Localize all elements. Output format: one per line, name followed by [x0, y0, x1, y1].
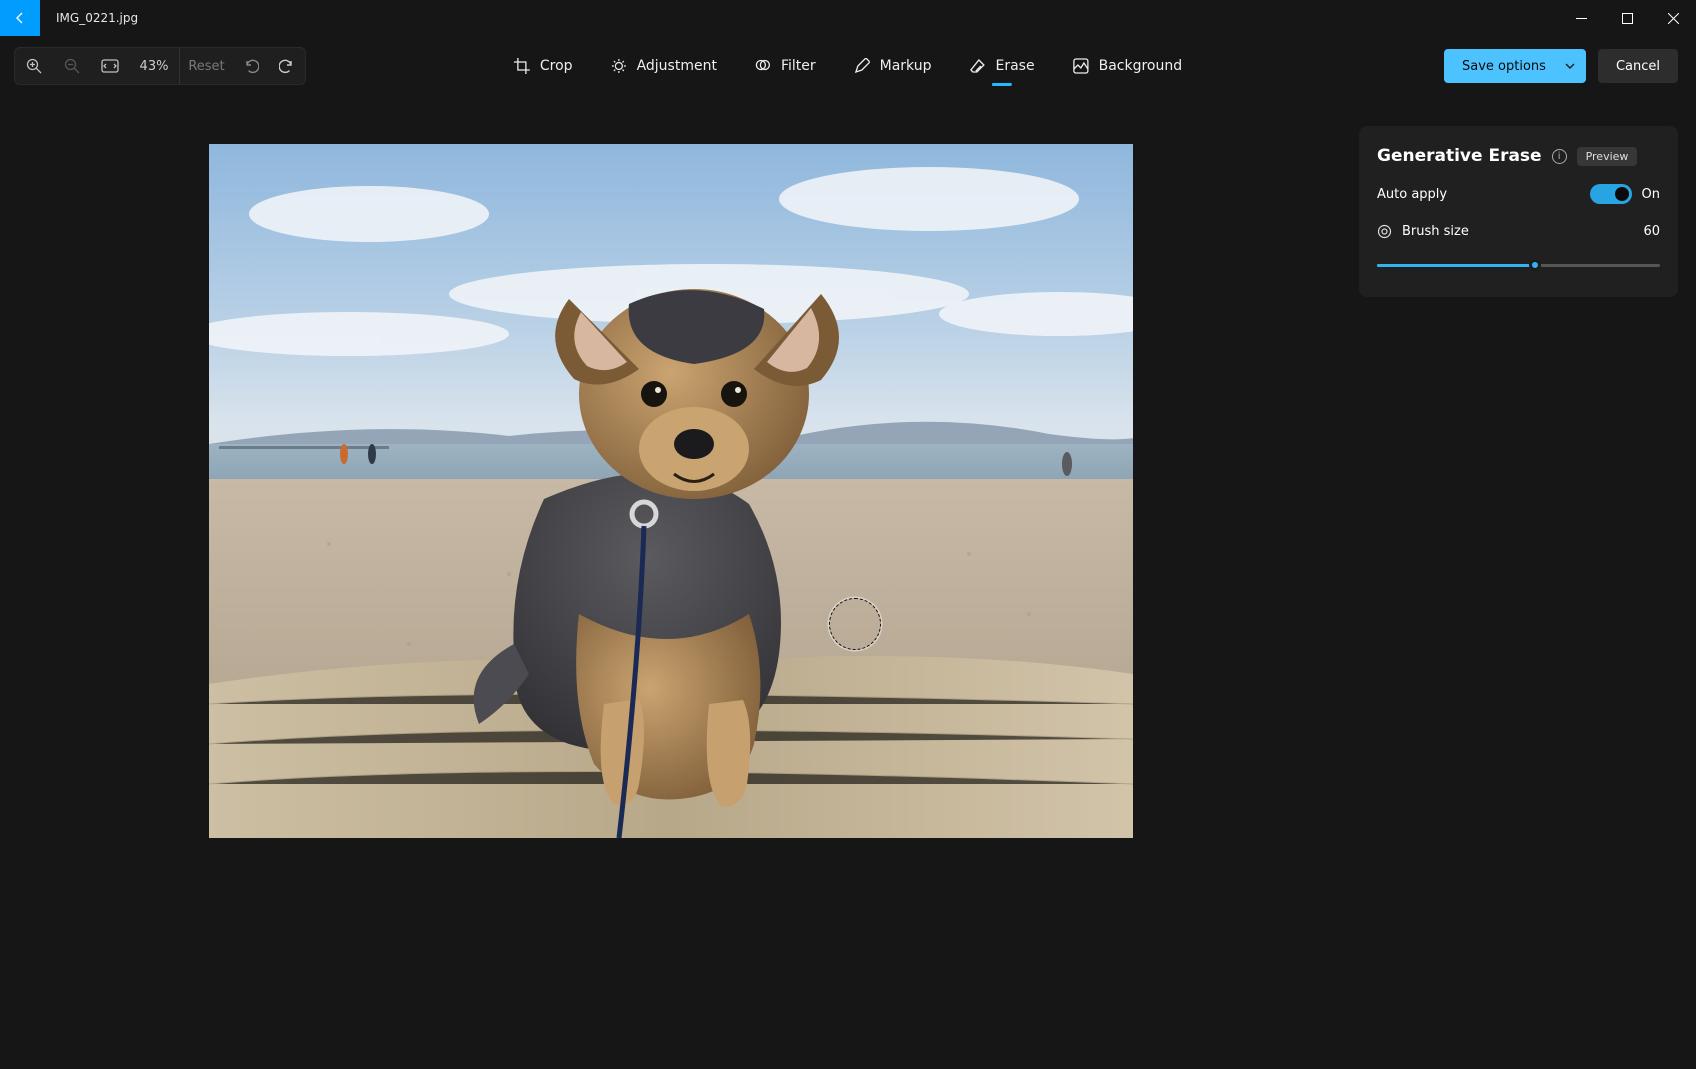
zoom-out-icon	[64, 58, 80, 74]
minimize-icon	[1576, 13, 1587, 24]
crop-icon	[514, 58, 530, 74]
tab-label: Filter	[781, 58, 816, 74]
maximize-icon	[1622, 13, 1633, 24]
tab-erase[interactable]: Erase	[969, 52, 1034, 80]
tab-adjustment[interactable]: Adjustment	[611, 52, 717, 80]
side-panel: Generative Erase i Preview Auto apply On…	[1341, 96, 1696, 1069]
tab-label: Crop	[540, 58, 573, 74]
reset-button[interactable]: Reset	[179, 48, 233, 84]
slider-thumb[interactable]	[1529, 259, 1541, 271]
photo-content	[209, 144, 1133, 838]
tab-label: Markup	[880, 58, 932, 74]
erase-panel: Generative Erase i Preview Auto apply On…	[1359, 126, 1678, 297]
zoom-group: 43% Reset	[14, 47, 306, 85]
tool-row: 43% Reset Crop Adjustment Filter Markup …	[0, 36, 1696, 96]
back-button[interactable]	[0, 0, 40, 36]
tab-markup[interactable]: Markup	[854, 52, 932, 80]
markup-icon	[854, 58, 870, 74]
undo-icon	[243, 58, 259, 74]
zoom-in-icon	[26, 58, 42, 74]
arrow-left-icon	[12, 10, 28, 26]
brush-size-icon	[1377, 224, 1392, 239]
adjustment-icon	[611, 58, 627, 74]
window-close[interactable]	[1650, 0, 1696, 36]
tab-label: Background	[1099, 58, 1183, 74]
undo-button[interactable]	[233, 48, 269, 84]
zoom-fit-button[interactable]	[91, 48, 129, 84]
brush-size-label: Brush size	[1402, 224, 1469, 239]
info-icon[interactable]: i	[1552, 149, 1567, 164]
canvas-area	[0, 96, 1341, 1069]
auto-apply-toggle[interactable]	[1590, 184, 1632, 204]
zoom-out-button[interactable]	[53, 48, 91, 84]
redo-button[interactable]	[269, 48, 305, 84]
action-buttons: Save options Cancel	[1444, 49, 1678, 83]
auto-apply-label: Auto apply	[1377, 187, 1447, 202]
erase-icon	[969, 58, 985, 74]
fit-icon	[101, 59, 119, 73]
chevron-down-icon	[1564, 60, 1576, 72]
redo-icon	[279, 58, 295, 74]
button-label: Cancel	[1616, 59, 1660, 74]
auto-apply-state: On	[1642, 187, 1660, 202]
window-minimize[interactable]	[1558, 0, 1604, 36]
workspace: Generative Erase i Preview Auto apply On…	[0, 96, 1696, 1069]
window-filename: IMG_0221.jpg	[40, 0, 138, 36]
toggle-knob	[1615, 187, 1629, 201]
tab-filter[interactable]: Filter	[755, 52, 816, 80]
filter-icon	[755, 58, 771, 74]
tool-tabs: Crop Adjustment Filter Markup Erase Back…	[514, 52, 1182, 80]
background-icon	[1073, 58, 1089, 74]
title-bar: IMG_0221.jpg	[0, 0, 1696, 36]
cancel-button[interactable]: Cancel	[1598, 49, 1678, 83]
window-maximize[interactable]	[1604, 0, 1650, 36]
tab-label: Adjustment	[637, 58, 717, 74]
tab-crop[interactable]: Crop	[514, 52, 573, 80]
slider-fill	[1377, 264, 1535, 267]
brush-size-value: 60	[1643, 224, 1660, 239]
preview-badge: Preview	[1577, 147, 1638, 166]
image-canvas[interactable]	[209, 144, 1133, 838]
zoom-in-button[interactable]	[15, 48, 53, 84]
tab-label: Erase	[995, 58, 1034, 74]
tab-background[interactable]: Background	[1073, 52, 1183, 80]
button-label: Save options	[1462, 59, 1546, 74]
save-options-button[interactable]: Save options	[1444, 49, 1586, 83]
close-icon	[1668, 13, 1679, 24]
panel-title: Generative Erase	[1377, 146, 1542, 166]
brush-size-slider[interactable]	[1377, 257, 1660, 273]
zoom-percent: 43%	[129, 48, 179, 84]
